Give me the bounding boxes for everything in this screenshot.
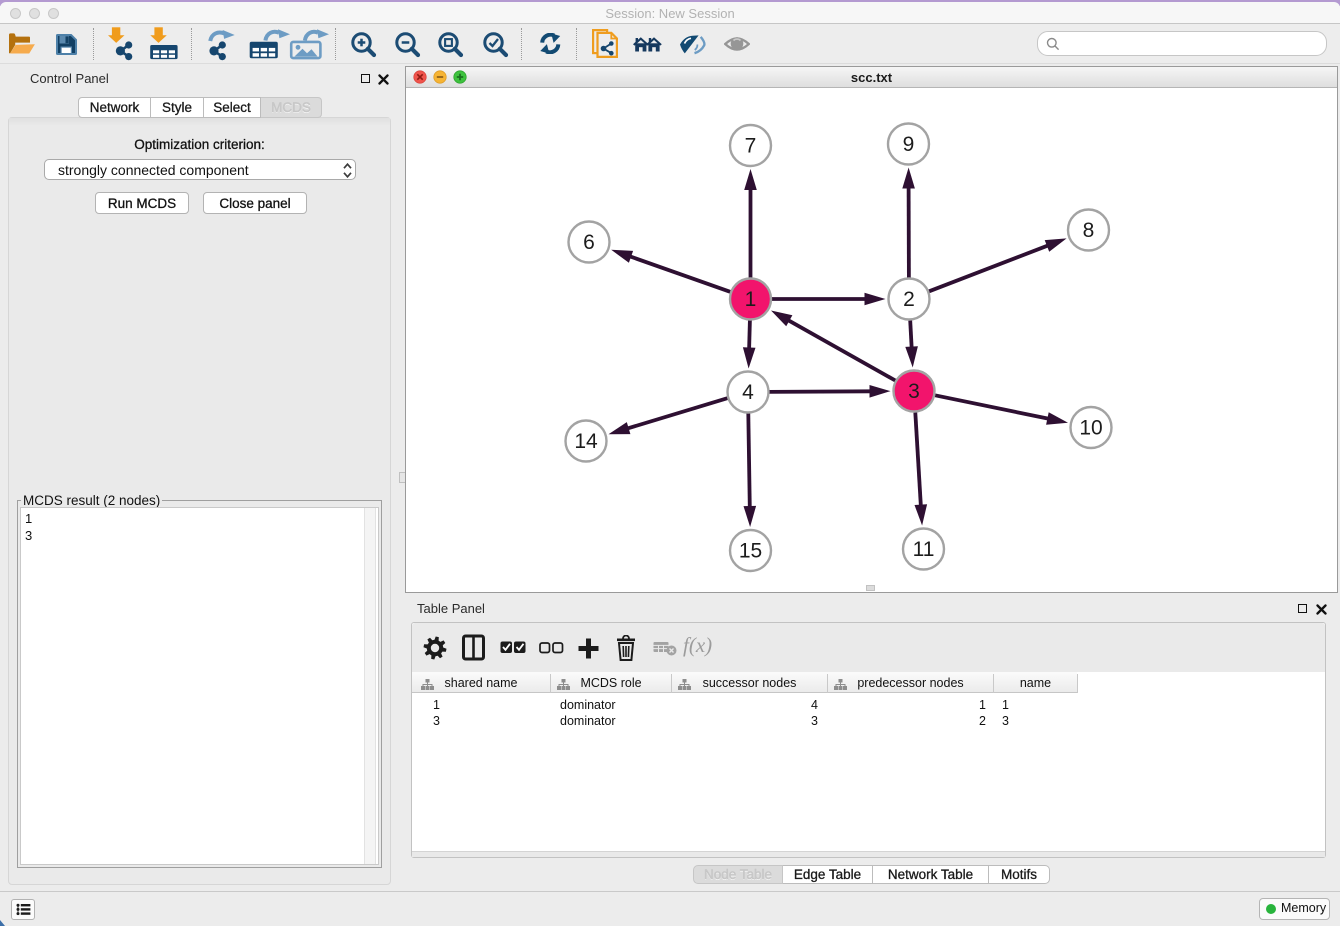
svg-text:14: 14 [574,430,598,453]
svg-text:8: 8 [1083,219,1095,242]
svg-text:7: 7 [745,134,757,157]
svg-text:6: 6 [583,231,595,254]
svg-text:15: 15 [739,539,762,562]
svg-text:9: 9 [903,133,915,156]
svg-text:11: 11 [913,538,935,561]
svg-text:1: 1 [745,288,757,311]
svg-text:10: 10 [1079,416,1102,439]
svg-text:2: 2 [903,288,915,311]
svg-text:4: 4 [742,381,754,404]
svg-text:3: 3 [908,380,920,403]
